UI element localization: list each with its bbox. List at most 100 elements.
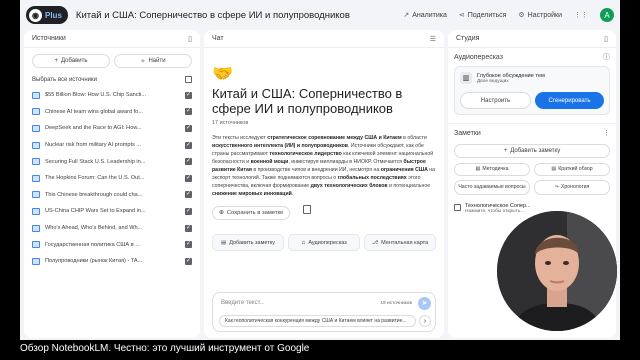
generate-button[interactable]: Сгенерировать [535,92,604,109]
share-button[interactable]: ⋖ Поделиться [459,11,507,20]
input-source-count: 19 источников [380,300,412,306]
plus-badge: Plus [45,10,62,20]
info-icon[interactable]: ⓘ [603,52,610,62]
faq-button[interactable]: Часто задаваемые вопросы [454,180,530,195]
plus-icon: + [54,58,58,64]
mind-map-icon: ⎇ [371,239,379,246]
source-checkbox[interactable]: ✓ [185,158,192,166]
briefing-icon: ▤ [551,165,557,172]
source-label: This Chinese breakthrough could cha... [45,191,143,198]
source-item[interactable]: Securing Full Stack U.S. Leadership in..… [24,153,200,170]
find-source-button[interactable]: ✧ Найти [114,54,192,68]
study-guide-icon: ▤ [475,165,481,172]
sources-panel: Источники ▯ + Добавить ✧ Найти Выбрать в… [24,30,200,338]
trend-chart-icon: ↗ [403,12,410,19]
study-guide-button[interactable]: ▤ Методичка [454,163,530,176]
source-item[interactable]: Chinese AI team wins global award fo... ✓ [24,104,200,121]
collapse-panel-icon[interactable]: ▯ [604,35,608,43]
source-item[interactable]: Государственная политика США в ... ✓ [24,236,200,253]
customize-button[interactable]: Настроить [460,92,531,109]
source-item[interactable]: Who's Ahead, Who's Behind, and Wh... ✓ [24,220,200,237]
source-label: $55 Billion Blow: How U.S. Chip Sancti..… [45,92,147,99]
source-item[interactable]: The Hopkins Forum: Can the U.S. Out... ✓ [24,170,200,187]
source-checkbox[interactable]: ✓ [185,141,192,149]
mind-map-suggestion[interactable]: ⎇ Ментальная карта [364,234,436,251]
add-note-suggestion-label: Добавить заметку [229,239,275,246]
note-item[interactable]: Технологическое Сопер... Нажмите, чтобы … [454,203,610,214]
add-note-suggestion[interactable]: ▤ Добавить заметку [212,234,284,251]
audio-file-icon: ▥ [460,72,472,84]
source-item[interactable]: This Chinese breakthrough could cha... ✓ [24,187,200,204]
document-icon [32,224,40,232]
select-all-checkbox[interactable] [185,76,192,83]
suggested-question-chip[interactable]: Как геополитическая конкуренция между СШ… [219,315,416,327]
timeline-button[interactable]: ⤳ Хронология [534,180,610,195]
source-item[interactable]: $55 Billion Blow: How U.S. Chip Sancti..… [24,87,200,104]
source-checkbox[interactable]: ✓ [185,207,192,215]
audio-overview-card: ▥ Глубокое обсуждение тем Двое ведущих Н… [454,66,610,115]
analytics-button[interactable]: ↗ Аналитика [403,11,447,20]
source-checkbox[interactable]: ✓ [185,191,192,199]
source-label: Nuclear risk from military AI prompts ..… [45,142,142,149]
source-label: US-China CHIP Wars Set to Expand in... [45,208,146,215]
timeline-label: Хронология [560,183,590,190]
document-icon [32,191,40,199]
source-checkbox[interactable]: ✓ [185,108,192,116]
tune-icon[interactable]: ☰ [430,35,436,43]
audio-subtitle: Двое ведущих [477,78,509,84]
sources-title: Источники [32,35,66,42]
document-icon [32,141,40,149]
chat-input[interactable]: Введите текст... [221,300,265,306]
send-icon[interactable]: ➤ [418,296,431,310]
add-note-button[interactable]: + Добавить заметку [454,144,610,158]
add-note-label: Добавить заметку [510,148,561,154]
source-item[interactable]: DeepSeek and the Race to AGI: How... ✓ [24,120,200,137]
apps-grid-icon[interactable]: ⋮⋮ [574,11,588,19]
save-to-note-button[interactable]: ⊕ Сохранить в заметке [212,206,291,220]
gear-icon: ⚙ [518,12,525,19]
audio-overview-suggestion[interactable]: ♫ Аудиопересказ [288,234,360,251]
document-icon [32,108,40,116]
pin-icon: ⊕ [219,210,224,216]
presenter-webcam [497,211,617,331]
source-item[interactable]: US-China CHIP Wars Set to Expand in... ✓ [24,203,200,220]
collapse-panel-icon[interactable]: ▯ [188,35,192,43]
add-source-button[interactable]: + Добавить [32,54,110,68]
sources-header: Источники ▯ [24,30,200,48]
notebook-title[interactable]: Китай и США: Соперничество в сфере ИИ и … [76,10,350,21]
avatar[interactable]: A [600,8,614,22]
source-checkbox[interactable]: ✓ [185,174,192,182]
notebook-heading: Китай и США: Соперничество в сфере ИИ и … [212,86,403,116]
analytics-label: Аналитика [412,11,447,19]
source-item[interactable]: Полупроводники (рынок Китая) - TA... ✓ [24,253,200,270]
app-logo[interactable]: ◉ Plus [26,6,68,24]
source-checkbox[interactable]: ✓ [185,241,192,249]
chat-panel: Чат ☰ 🤝 Китай и США: Соперничество в сфе… [204,30,444,338]
more-vert-icon[interactable]: ⋮ [603,129,610,137]
note-subtitle: Нажмите, чтобы открыть... [465,209,525,214]
document-icon [32,124,40,132]
source-checkbox[interactable]: ✓ [185,124,192,132]
source-list: $55 Billion Blow: How U.S. Chip Sancti..… [24,87,200,270]
source-checkbox[interactable]: ✓ [185,91,192,99]
chevron-right-icon[interactable]: › [419,315,431,327]
share-label: Поделиться [467,11,507,19]
save-to-note-label: Сохранить в заметке [226,210,284,216]
source-label: DeepSeek and the Race to AGI: How... [45,125,142,132]
source-label: Chinese AI team wins global award fo... [45,108,143,115]
sparkle-icon: ✧ [140,58,146,65]
source-checkbox[interactable]: ✓ [185,224,192,232]
plus-icon: + [503,148,508,154]
notebook-summary: Эти тексты исследуют стратегическое соре… [212,135,436,197]
document-icon [32,207,40,215]
studio-header: Студия ▯ [448,30,616,48]
study-guide-label: Методичка [482,165,509,172]
copy-icon[interactable] [302,205,311,215]
briefing-button[interactable]: ▤ Краткий обзор [534,163,610,176]
source-checkbox[interactable]: ✓ [185,257,192,265]
settings-button[interactable]: ⚙ Настройки [518,11,562,20]
notebooklm-logo-icon: ◉ [29,8,42,22]
source-item[interactable]: Nuclear risk from military AI prompts ..… [24,137,200,154]
document-icon [32,158,40,166]
source-label: Полупроводники (рынок Китая) - TA... [45,258,143,265]
